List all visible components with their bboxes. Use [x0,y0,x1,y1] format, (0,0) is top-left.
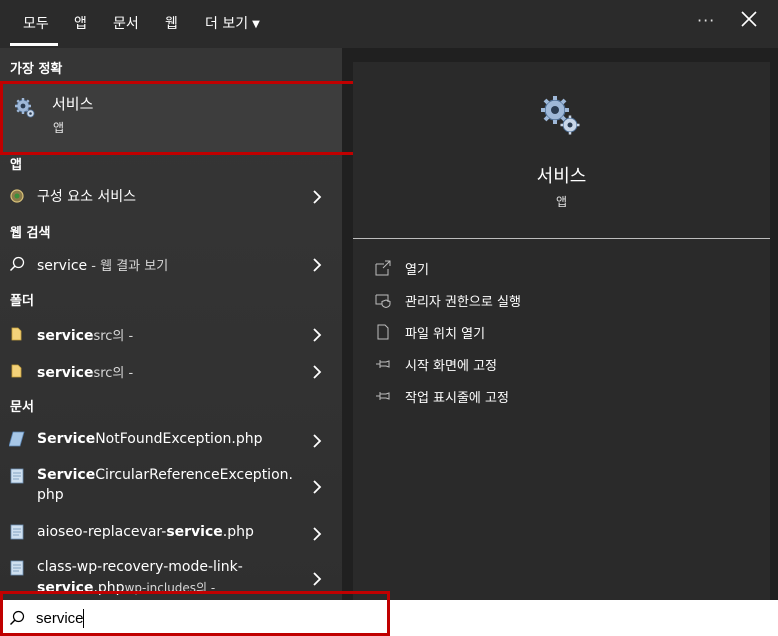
action-run-as-admin-label: 관리자 권한으로 실행 [405,295,521,310]
chevron-right-icon[interactable] [312,189,322,204]
chevron-right-icon[interactable] [312,526,322,541]
folder-icon [11,327,22,341]
filter-tabs-bar: 모두 앱 문서 웹 더 보기 ▼ ··· [0,0,778,48]
list-item[interactable]: servicesrc의 - [0,322,342,346]
document-result-text: ServiceNotFoundException.php [37,431,262,447]
list-item[interactable]: aioseo-replacevar-service.php [0,521,342,545]
chevron-right-icon[interactable] [312,571,322,586]
chevron-right-icon[interactable] [312,257,322,272]
list-item[interactable]: ServiceNotFoundException.php [0,428,342,452]
apps-header: 앱 [10,158,22,173]
search-icon [10,610,25,625]
doc-name-rest: .php [222,524,254,540]
doc-name-bold: service [166,524,223,540]
list-item[interactable]: ServiceCircularReferenceException. php [0,464,342,508]
folder-result-text: servicesrc의 - [37,325,133,344]
detail-subtitle: 앱 [555,195,568,209]
folder-icon [11,364,22,378]
chevron-right-icon[interactable] [312,327,322,342]
text-file-icon [10,524,24,540]
gears-icon [15,98,35,118]
pin-icon [375,356,391,372]
best-match-result[interactable]: 서비스 앱 [0,81,342,155]
list-item[interactable]: class-wp-recovery-mode-link- service.php… [0,556,342,600]
detail-panel: 서비스 앱 열기 관리자 권한으로 실행 파일 위치 열기 시작 화면에 고정 … [353,62,770,600]
text-file-icon [10,468,24,484]
best-match-subtitle: 앱 [53,121,65,135]
document-result-text: aioseo-replacevar-service.php [37,524,254,540]
folders-header: 폴더 [10,294,34,309]
document-result-text-line2: php [37,487,64,503]
doc-name-bold: Service [37,467,96,483]
detail-divider [353,238,770,239]
search-input[interactable] [36,607,376,629]
documents-header: 문서 [10,400,34,415]
tab-documents[interactable]: 문서 [113,13,139,33]
tab-more-label: 더 보기 [205,16,249,32]
doc-name-bold: Service [37,431,96,447]
search-icon [9,256,25,272]
close-icon[interactable] [738,8,760,30]
detail-title: 서비스 [536,166,587,187]
folder-name-bold: service [37,365,94,381]
chevron-right-icon[interactable] [312,479,322,494]
web-suffix: - 웹 결과 보기 [87,259,169,274]
web-query: service [37,258,88,274]
php-file-icon [9,431,25,447]
search-bar [0,600,778,636]
action-open-label: 열기 [405,263,429,278]
list-item[interactable]: service - 웹 결과 보기 [0,252,342,276]
text-caret [83,609,84,628]
best-match-header: 가장 정확 [10,62,63,77]
tab-more[interactable]: 더 보기 ▼ [205,13,260,33]
run-as-admin-icon [375,292,391,309]
list-item-label: 구성 요소 서비스 [37,189,137,205]
chevron-right-icon[interactable] [312,433,322,448]
web-search-header: 웹 검색 [10,226,51,241]
list-item[interactable]: servicesrc의 - [0,359,342,383]
document-result-text: ServiceCircularReferenceException. [37,467,293,483]
pin-icon [375,388,391,404]
chevron-right-icon[interactable] [312,364,322,379]
folder-result-text: servicesrc의 - [37,362,133,381]
action-open[interactable]: 열기 [375,257,755,281]
doc-name-rest: CircularReferenceException. [95,467,293,483]
action-pin-to-taskbar[interactable]: 작업 표시줄에 고정 [375,385,755,409]
results-panel: 가장 정확 서비스 앱 앱 구성 요소 서비스 웹 검색 service - 웹… [0,48,342,600]
document-result-text-line2: service.phpwp-includes의 - [37,579,215,596]
open-icon [375,260,391,276]
chevron-down-icon: ▼ [252,19,260,30]
folder-location: src의 - [93,366,134,381]
action-open-file-location-label: 파일 위치 열기 [405,327,486,342]
gears-icon [541,96,580,135]
best-match-title: 서비스 [52,95,94,113]
doc-name-bold: service [37,580,94,596]
action-pin-to-start[interactable]: 시작 화면에 고정 [375,353,755,377]
tab-apps[interactable]: 앱 [74,13,87,33]
action-pin-to-taskbar-label: 작업 표시줄에 고정 [405,391,509,406]
doc-location: wp-includes의 - [124,581,216,595]
action-run-as-admin[interactable]: 관리자 권한으로 실행 [375,289,755,313]
action-pin-to-start-label: 시작 화면에 고정 [405,359,497,374]
doc-name-prefix: class-wp-recovery-mode-link- [37,559,243,575]
text-file-icon [10,560,24,576]
action-open-file-location[interactable]: 파일 위치 열기 [375,321,755,345]
tab-all[interactable]: 모두 [23,13,49,33]
list-item[interactable]: 구성 요소 서비스 [0,184,342,208]
doc-name-rest: .php [93,580,125,596]
file-location-icon [375,324,391,340]
tab-web[interactable]: 웹 [165,13,178,33]
folder-name-bold: service [37,328,94,344]
doc-name-prefix: aioseo-replacevar- [37,524,167,540]
active-tab-indicator [10,43,58,46]
component-services-icon [10,189,24,203]
ellipsis-icon[interactable]: ··· [697,11,715,30]
folder-location: src의 - [93,329,134,344]
doc-name-rest: NotFoundException.php [95,431,263,447]
web-result-text: service - 웹 결과 보기 [37,255,168,274]
